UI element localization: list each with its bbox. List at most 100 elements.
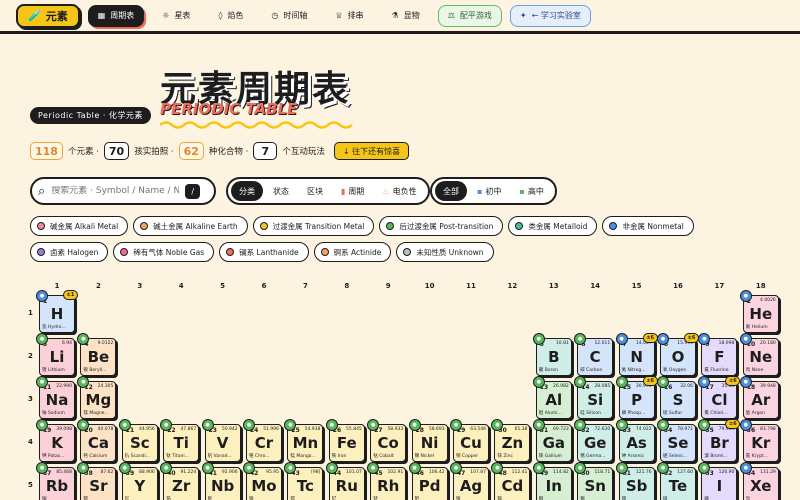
element-cell[interactable]: 32 72.630 Ge 锗 Germa... ●: [574, 419, 614, 462]
nav-item-flame[interactable]: ◊ 焰色: [208, 5, 253, 27]
level-junior[interactable]: ▪ 初中: [469, 181, 509, 201]
legend-chip[interactable]: 过渡金属 Transition Metal: [252, 216, 375, 236]
nav-item-timeline[interactable]: ◷ 时间轴: [261, 5, 317, 27]
element-cell[interactable]: 2 4.0026 He 氦 Helium ●: [739, 290, 779, 333]
legend-chip[interactable]: 碱金属 Alkali Metal: [30, 216, 129, 236]
element-cell[interactable]: 16 32.06 S 硫 Sulfur ●: [657, 376, 696, 419]
stat-phenomena-count: 70: [103, 142, 130, 160]
element-cell[interactable]: 38 87.62 Sr 锶 ●: [77, 462, 117, 500]
element-cell[interactable]: 27 58.933 Co 钴 Cobalt ●: [367, 419, 407, 462]
element-cell[interactable]: 45 102.91 Rh 铑 ●: [367, 462, 407, 500]
element-cell[interactable]: 41 92.906 Nb 铌 ●: [201, 462, 241, 500]
level-all[interactable]: 全部: [435, 181, 467, 201]
legend-chip[interactable]: 未知性质 Unknown: [396, 242, 494, 262]
element-cell[interactable]: 19 39.098 K 钾 Potas... ●: [36, 419, 75, 462]
color-dot: [515, 222, 524, 230]
element-cell[interactable]: 13 26.982 Al 铝 Alumi... ●: [532, 376, 572, 419]
nav-item-label: 排串: [347, 11, 364, 20]
color-dot: [259, 222, 268, 230]
element-cell[interactable]: 48 112.41 Cd 镉 ●: [491, 462, 531, 500]
element-cell[interactable]: 7 14.007 N 氮 Nitrog... ● ±6: [615, 333, 658, 376]
nav-item-ranking[interactable]: ♕ 排串: [325, 5, 373, 27]
element-name: 钼: [249, 497, 254, 500]
element-name: 氪 Krypt...: [745, 454, 769, 459]
view-mode-category[interactable]: 分类: [231, 181, 263, 201]
app-logo[interactable]: 🧪 元素: [16, 3, 80, 28]
atomic-mass: 58.693: [428, 427, 445, 432]
element-cell[interactable]: 54 131.29 Xe 氙 ●: [739, 462, 779, 500]
view-mode-state[interactable]: 状态: [265, 181, 297, 201]
element-cell[interactable]: 44 101.07 Ru 钌 ●: [325, 462, 365, 500]
element-cell[interactable]: 22 47.867 Ti 钛 Titani... ●: [160, 419, 200, 462]
legend-chip[interactable]: 镧系 Lanthanide: [219, 242, 309, 262]
element-cell[interactable]: 47 107.87 Ag 银 ●: [450, 462, 489, 500]
stat-modes-count: 7: [253, 142, 278, 160]
element-symbol: Cr: [254, 434, 274, 452]
element-cell[interactable]: 36 83.798 Kr 氪 Krypt... ●: [739, 419, 779, 462]
nav-item-learning-lab[interactable]: ✦ ← 学习实验室: [509, 4, 591, 27]
legend-chip[interactable]: 卤素 Halogen: [30, 242, 109, 262]
legend-chip[interactable]: 稀有气体 Noble Gas: [113, 242, 215, 262]
legend-chip[interactable]: 非金属 Nonmetal: [602, 216, 694, 236]
element-cell[interactable]: 3 6.94 Li 锂 Lithium ●: [36, 333, 75, 376]
element-symbol: Mo: [251, 477, 277, 495]
view-mode-block[interactable]: 区块: [299, 181, 331, 201]
view-mode-period[interactable]: ▮ 周期: [333, 181, 372, 201]
element-cell[interactable]: 10 20.180 Ne 氖 Neon ●: [739, 333, 779, 376]
color-dot: [609, 222, 618, 230]
element-cell[interactable]: 51 121.76 Sb 锑 ●: [615, 462, 655, 500]
element-cell[interactable]: 1H氢 Hydro... ● ±1: [36, 290, 78, 333]
level-senior[interactable]: ▪ 高中: [511, 181, 551, 201]
element-cell[interactable]: 17 35.45 Cl 氯 Chlori... ● ±6: [698, 376, 741, 419]
legend-chip[interactable]: 碱土金属 Alkaline Earth: [133, 216, 248, 236]
element-cell[interactable]: 53 126.90 I 碘 ●: [698, 462, 738, 500]
legend-chip[interactable]: 锕系 Actinide: [313, 242, 392, 262]
element-cell[interactable]: 6 12.011 C 碳 Carbon ●: [574, 333, 614, 376]
element-cell[interactable]: 43 [98] Tc 锝 ●: [284, 462, 324, 500]
view-mode-electronegativity[interactable]: ♨ 电负性: [374, 181, 424, 201]
element-cell[interactable]: 9 18.998 F 氟 Fluorine ●: [698, 333, 738, 376]
element-cell[interactable]: 8 15.999 O 氧 Oxygen ● ±6: [657, 333, 699, 376]
element-cell[interactable]: 4 9.0122 Be 铍 Beryll... ●: [77, 333, 117, 376]
element-cell[interactable]: 35 79.904 Br 溴 Bromi... ● ±6: [698, 419, 741, 462]
element-cell[interactable]: 28 58.693 Ni 镍 Nickel ●: [408, 419, 448, 462]
element-cell[interactable]: 20 40.078 Ca 钙 Calcium ●: [77, 419, 117, 462]
element-cell[interactable]: 29 63.546 Cu 铜 Copper ●: [450, 419, 489, 462]
element-cell[interactable]: 37 85.468 Rb 铷 ●: [36, 462, 75, 500]
search-input[interactable]: [51, 186, 180, 196]
element-cell[interactable]: 25 54.938 Mn 锰 Manga... ●: [284, 419, 324, 462]
element-cell[interactable]: 34 78.971 Se 硒 Seleni... ●: [657, 419, 696, 462]
atomic-mass: 18.998: [718, 341, 735, 346]
element-cell[interactable]: 14 28.085 Si 硅 Silicon ●: [574, 376, 614, 419]
element-cell[interactable]: 33 74.922 As 砷 Arsenic ●: [615, 419, 655, 462]
element-cell[interactable]: 50 118.71 Sn 锡 ●: [574, 462, 614, 500]
nav-item-balance-game[interactable]: ⚖ 配平游戏: [437, 4, 502, 27]
element-cell[interactable]: 15 30.974 P 磷 Phosp... ● ±6: [615, 376, 658, 419]
element-symbol: Kr: [751, 434, 771, 452]
nav-item-periodic-table[interactable]: ▦ 周期表: [87, 4, 145, 27]
element-cell[interactable]: 30 65.38 Zn 锌 Zinc ●: [491, 419, 531, 462]
element-name: 硅 Silicon: [580, 411, 601, 416]
element-cell[interactable]: 23 50.942 V 钒 Vanad... ●: [201, 419, 241, 462]
scroll-hint-button[interactable]: ↓ 往下还有惊喜: [333, 142, 410, 160]
legend-chip[interactable]: 类金属 Metalloid: [508, 216, 598, 236]
nav-item-display[interactable]: ⚗ 显物: [382, 5, 430, 27]
element-cell[interactable]: 12 24.305 Mg 镁 Magne... ●: [77, 376, 117, 419]
element-cell[interactable]: 26 55.845 Fe 铁 Iron ●: [325, 419, 365, 462]
element-name: 镓 Gallium: [538, 454, 562, 459]
element-cell[interactable]: 24 51.996 Cr 铬 Chro... ●: [243, 419, 282, 462]
nav-item-stars[interactable]: ☼ 星表: [152, 5, 200, 27]
element-cell[interactable]: 21 44.956 Sc 钪 Scandi... ●: [118, 419, 158, 462]
element-cell[interactable]: 18 39.948 Ar 氩 Argon ●: [739, 376, 779, 419]
element-cell[interactable]: 31 69.723 Ga 镓 Gallium ●: [532, 419, 572, 462]
element-cell[interactable]: 52 127.60 Te 碲 ●: [657, 462, 696, 500]
element-cell[interactable]: 40 91.224 Zr 锆 ●: [160, 462, 200, 500]
element-cell[interactable]: 5 10.81 B 硼 Boron ●: [532, 333, 572, 376]
legend-chip[interactable]: 后过渡金属 Post-transition: [379, 216, 504, 236]
element-cell[interactable]: 39 88.906 Y 钇 ●: [118, 462, 158, 500]
period-number: 3: [28, 395, 33, 403]
element-cell[interactable]: 46 106.42 Pd 钯 ●: [408, 462, 448, 500]
element-cell[interactable]: 42 95.95 Mo 钼 ●: [243, 462, 282, 500]
element-cell[interactable]: 11 22.990 Na 钠 Sodium ●: [36, 376, 75, 419]
element-cell[interactable]: 49 114.82 In 铟 ●: [532, 462, 572, 500]
